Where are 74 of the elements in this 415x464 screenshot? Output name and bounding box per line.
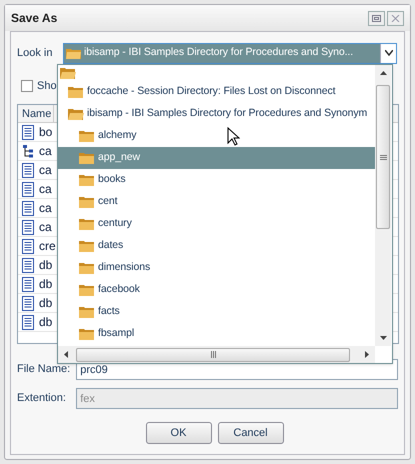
mouse-cursor-icon: [227, 127, 240, 147]
scrollbar-thumb[interactable]: [376, 85, 390, 229]
file-name-label: File Name:: [17, 362, 72, 378]
document-icon: [22, 162, 34, 178]
document-icon: [22, 182, 34, 196]
window-title: Save As: [11, 10, 58, 27]
folder-icon: [67, 107, 84, 121]
file-name[interactable]: ca: [39, 199, 52, 217]
file-name[interactable]: db: [39, 313, 52, 331]
scroll-right-icon: [365, 351, 369, 358]
document-icon: [22, 124, 34, 140]
document-icon: [22, 258, 34, 272]
file-name[interactable]: ca: [39, 142, 52, 160]
vertical-scrollbar[interactable]: [375, 65, 391, 346]
grip-icon: [210, 351, 216, 358]
file-name[interactable]: cre: [39, 237, 56, 255]
horizontal-scrollbar[interactable]: [58, 346, 375, 363]
file-name[interactable]: db: [39, 275, 52, 293]
restore-icon: [372, 14, 381, 22]
folder-item[interactable]: books: [58, 169, 375, 191]
scroll-left-icon: [64, 351, 68, 358]
scroll-down-icon: [380, 336, 386, 340]
folder-item[interactable]: dimensions: [58, 257, 375, 279]
look-in-label: Look in: [17, 46, 54, 61]
folder-icon: [78, 129, 95, 143]
folder-item[interactable]: cent: [58, 191, 375, 213]
chevron-down-icon: [384, 50, 392, 56]
folder-item[interactable]: facts: [58, 301, 375, 323]
folder-item[interactable]: century: [58, 213, 375, 235]
document-icon: [22, 276, 34, 292]
restore-button[interactable]: [368, 10, 385, 26]
folder-icon: [78, 173, 95, 187]
dropdown-button[interactable]: [380, 44, 396, 62]
folder-icon: [78, 151, 95, 165]
folder-icon: [67, 85, 84, 99]
folder-icon: [78, 305, 95, 319]
extension-label: Extention:: [17, 391, 67, 406]
file-name[interactable]: bo: [39, 123, 52, 141]
folder-icon: [78, 261, 95, 275]
folder-icon: [78, 217, 95, 231]
file-name[interactable]: db: [39, 256, 52, 274]
file-name[interactable]: ca: [39, 161, 52, 179]
folder-item[interactable]: fbsampl: [58, 323, 375, 345]
scroll-up-icon: [380, 71, 386, 75]
folder-item[interactable]: facebook: [58, 279, 375, 301]
file-name[interactable]: db: [39, 294, 52, 312]
folder-icon: [78, 239, 95, 253]
file-name[interactable]: ca: [39, 218, 52, 236]
scrollbar-thumb[interactable]: [76, 348, 350, 362]
close-icon: [391, 14, 400, 22]
folder-item[interactable]: dates: [58, 235, 375, 257]
document-icon: [22, 220, 34, 234]
folder-item[interactable]: foccache - Session Directory: Files Lost on Disconnect: [58, 81, 375, 103]
folder-icon: [78, 327, 95, 341]
document-icon: [22, 238, 34, 254]
folder-item[interactable]: alchemy: [58, 125, 375, 147]
dialog-button[interactable]: Cancel: [218, 422, 284, 444]
document-icon: [22, 296, 34, 310]
checkbox-label: Sho: [37, 78, 57, 94]
checkbox[interactable]: [21, 80, 33, 92]
folder-icon: [59, 66, 76, 80]
file-name[interactable]: ca: [39, 180, 52, 198]
look-in-value: ibisamp - IBI Samples Directory for Procedures and Syno...: [84, 45, 354, 60]
folder-icon: [78, 195, 95, 209]
document-icon: [22, 314, 34, 330]
folder-icon: [78, 283, 95, 297]
close-button[interactable]: [387, 10, 404, 26]
folder-icon: [65, 46, 82, 60]
document-icon: [22, 200, 34, 216]
dialog-button[interactable]: OK: [146, 422, 212, 444]
hierarchy-icon: [22, 144, 34, 158]
grip-icon: [380, 154, 386, 160]
folder-item[interactable]: ibisamp - IBI Samples Directory for Procedures and Synonym: [58, 103, 375, 125]
column-header[interactable]: Name: [18, 105, 54, 122]
